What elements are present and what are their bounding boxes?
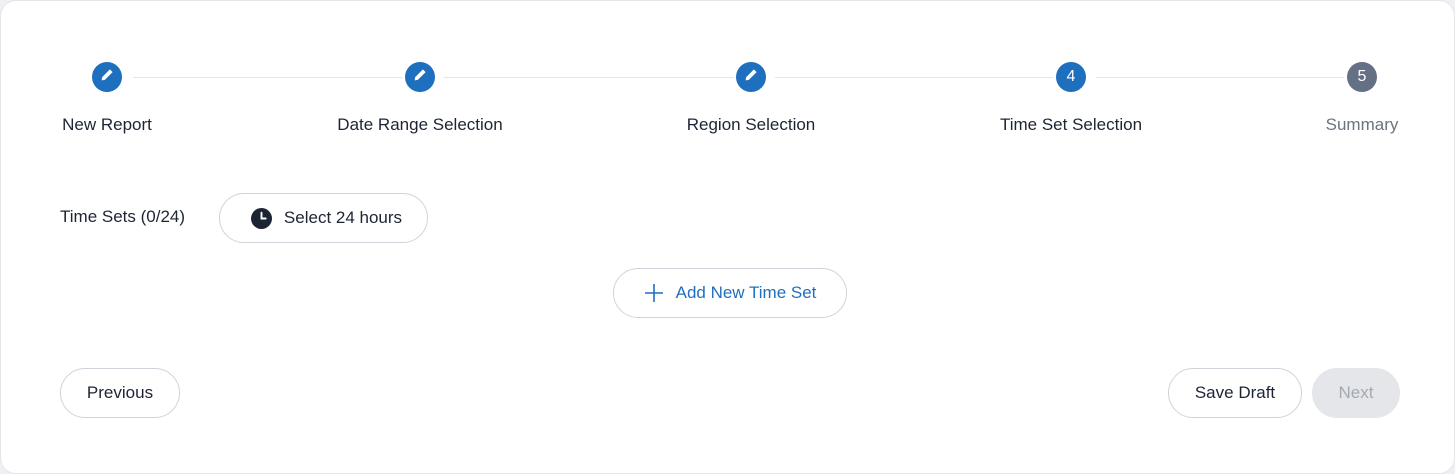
previous-button[interactable]: Previous [60,368,180,418]
step-connector [1096,77,1344,78]
step-3-label[interactable]: Region Selection [687,115,816,135]
progress-stepper: New Report Date Range Selection Region S… [1,1,1455,151]
step-connector [133,77,403,78]
step-connector [775,77,1053,78]
step-1-label[interactable]: New Report [62,115,152,135]
step-4-label: Time Set Selection [999,115,1143,134]
step-5-indicator: 5 [1347,62,1377,92]
time-sets-count-label: Time Sets (0/24) [60,207,186,226]
next-button[interactable]: Next [1312,368,1400,418]
report-wizard-card: New Report Date Range Selection Region S… [0,0,1455,474]
pencil-icon [413,68,427,87]
step-2-label[interactable]: Date Range Selection [337,115,502,135]
pencil-icon [100,68,114,87]
step-2-indicator[interactable] [405,62,435,92]
plus-icon [644,283,664,303]
step-3-indicator[interactable] [736,62,766,92]
step-connector [444,77,734,78]
step-5-label: Summary [1325,115,1399,134]
add-new-time-set-label: Add New Time Set [675,283,817,302]
save-draft-button[interactable]: Save Draft [1168,368,1302,418]
clock-icon [250,207,272,229]
add-new-time-set-button[interactable]: Add New Time Set [613,268,847,318]
pencil-icon [744,68,758,87]
select-24-hours-button[interactable]: Select 24 hours [219,193,428,243]
step-4-indicator: 4 [1056,62,1086,92]
select-24-hours-label: Select 24 hours [283,208,403,227]
step-1-indicator[interactable] [92,62,122,92]
